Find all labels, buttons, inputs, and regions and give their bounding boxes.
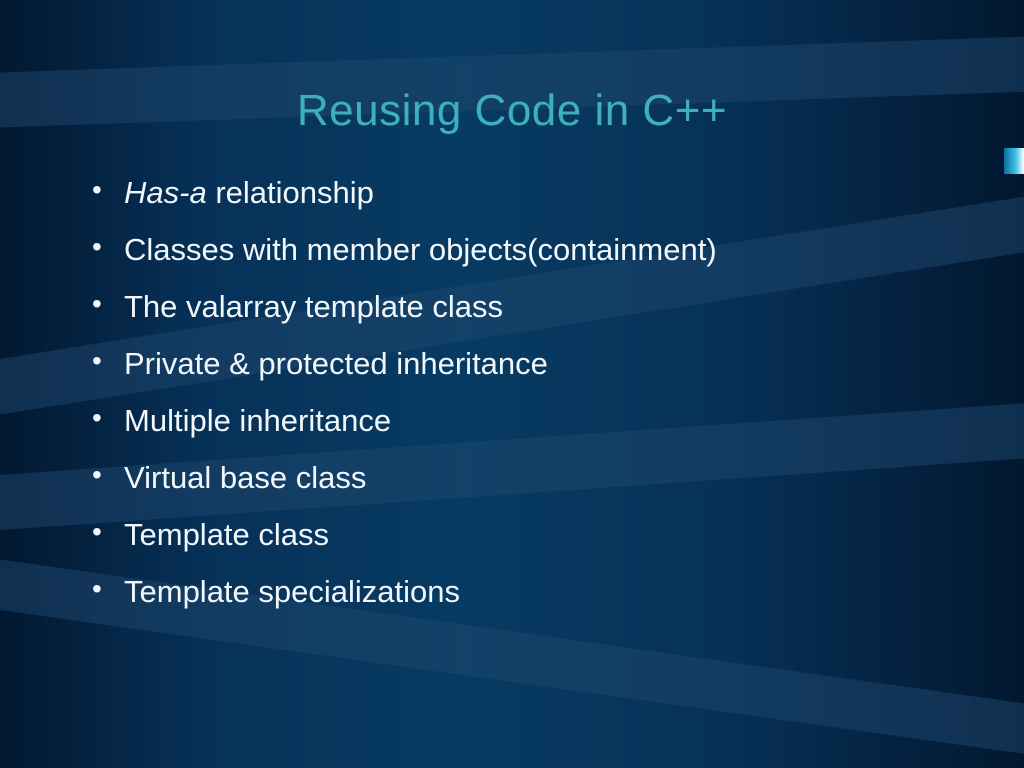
bullet-list: Has-a relationship Classes with member o… [0,164,1024,620]
bullet-item: Private & protected inheritance [92,335,964,392]
bullet-item: Has-a relationship [92,164,964,221]
bullet-item: Multiple inheritance [92,392,964,449]
bullet-text: relationship [207,175,374,210]
slide-title: Reusing Code in C++ [0,0,1024,164]
bullet-item: The valarray template class [92,278,964,335]
bullet-item: Template class [92,506,964,563]
bullet-italic-prefix: Has-a [124,175,207,210]
bullet-item: Template specializations [92,563,964,620]
bullet-item: Classes with member objects(containment) [92,221,964,278]
slide-content: Reusing Code in C++ Has-a relationship C… [0,0,1024,768]
bullet-item: Virtual base class [92,449,964,506]
